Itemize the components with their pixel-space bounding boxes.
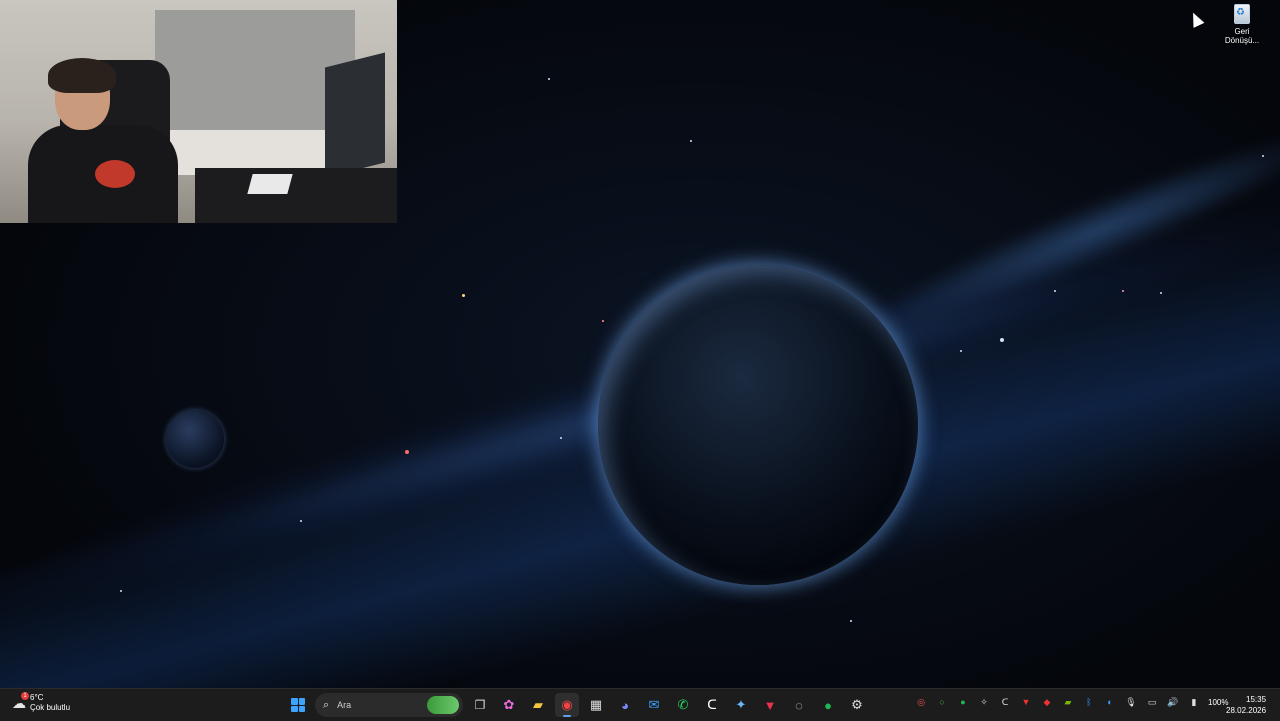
recycle-bin-label-line1: Geri (1234, 27, 1250, 36)
desktop: Geri Dönüşü... (0, 0, 1280, 688)
taskbar-app-discord[interactable]: ◕ (613, 693, 637, 717)
settings-icon: ⚙ (851, 697, 863, 712)
system-tray: ◎ ○ ● ✧ ᑕ ▼ ◆ ▰ ᛒ ◐ 🎙 ▭ 🔊 ▮ 100% (914, 695, 1228, 709)
clock-time: 15:35 (1246, 695, 1267, 704)
tray-app-icon[interactable]: ◐ (1103, 695, 1117, 709)
taskbar-app-store[interactable]: ▦ (584, 693, 608, 717)
search-icon: ⌕ (323, 698, 330, 711)
recycle-bin-icon (1234, 4, 1250, 24)
recycle-bin-shortcut[interactable]: Geri Dönüşü... (1222, 4, 1262, 52)
taskbar-app-capcut[interactable]: ᑕ (700, 693, 724, 717)
star (1000, 338, 1004, 342)
tray-nvidia-icon[interactable]: ▰ (1061, 695, 1075, 709)
taskbar-app-settings[interactable]: ⚙ (845, 693, 869, 717)
star (405, 450, 409, 454)
app-blue-icon: ✦ (735, 697, 747, 712)
discord-icon: ◕ (621, 697, 629, 713)
clock-date: 28.02.2026 (1226, 706, 1267, 715)
taskbar-app-mail[interactable]: ✉ (642, 693, 666, 717)
star (1262, 155, 1264, 157)
network-icon[interactable]: ▭ (1145, 695, 1159, 709)
webcam-keyboard (247, 174, 293, 194)
app-circle-icon: ◌ (795, 697, 803, 713)
mail-icon: ✉ (648, 697, 660, 712)
microphone-icon[interactable]: 🎙 (1124, 695, 1138, 709)
taskbar-center: ⌕ Ara ❐ ✿ ▰ ◉ ▦ ◕ ✉ ✆ ᑕ ✦ ▼ ◌ ● ⚙ (286, 692, 869, 718)
tray-app-icon[interactable]: ✧ (977, 695, 991, 709)
star (548, 78, 550, 80)
search-highlight-icon (427, 696, 459, 714)
tray-app-icon[interactable]: ▼ (1019, 695, 1033, 709)
copilot-icon: ✿ (503, 697, 515, 712)
taskbar-app-spotify[interactable]: ● (816, 693, 840, 717)
webcam-overlay (0, 0, 397, 223)
taskbar-app-chrome[interactable]: ◉ (555, 693, 579, 717)
recycle-bin-label-line2: Dönüşü... (1224, 36, 1260, 45)
chrome-icon: ◉ (561, 697, 573, 712)
battery-icon[interactable]: ▮ (1187, 695, 1201, 709)
start-button[interactable] (286, 693, 310, 717)
tray-app-icon[interactable]: ◎ (914, 695, 928, 709)
webcam-person-hair (48, 58, 116, 93)
star (960, 350, 962, 352)
task-view-button[interactable]: ❐ (468, 693, 492, 717)
taskbar-app-circle[interactable]: ◌ (787, 693, 811, 717)
recycle-bin-label: Geri Dönüşü... (1225, 27, 1259, 45)
planet-small (166, 410, 224, 468)
weather-text: 6°C Çok bulutlu (30, 693, 70, 713)
tray-capcut-icon[interactable]: ᑕ (998, 695, 1012, 709)
taskbar: ☁ 1 6°C Çok bulutlu ⌕ Ara ❐ ✿ ▰ ◉ ▦ ◕ ✉ … (0, 688, 1280, 721)
search-box[interactable]: ⌕ Ara (315, 693, 463, 717)
taskbar-app-blue[interactable]: ✦ (729, 693, 753, 717)
star (602, 320, 604, 322)
store-icon: ▦ (589, 697, 603, 712)
weather-badge: 1 (21, 691, 29, 700)
copilot-button[interactable]: ✿ (497, 693, 521, 717)
tray-app-icon[interactable]: ◆ (1040, 695, 1054, 709)
taskbar-app-whatsapp[interactable]: ✆ (671, 693, 695, 717)
clock[interactable]: 15:35 28.02.2026 (1226, 694, 1266, 716)
tray-spotify-icon[interactable]: ● (956, 695, 970, 709)
star (690, 140, 692, 142)
task-view-icon: ❐ (474, 698, 486, 712)
star (560, 437, 562, 439)
folder-icon: ▰ (533, 697, 543, 712)
weather-condition: Çok bulutlu (30, 703, 71, 712)
taskbar-app-red[interactable]: ▼ (758, 693, 782, 717)
tray-app-icon[interactable]: ○ (935, 695, 949, 709)
star (462, 294, 465, 297)
app-red-icon: ▼ (763, 697, 777, 713)
star (850, 620, 852, 622)
star (1160, 292, 1162, 294)
weather-temperature: 6°C (30, 693, 44, 702)
whatsapp-icon: ✆ (677, 697, 689, 712)
star (120, 590, 122, 592)
volume-icon[interactable]: 🔊 (1166, 695, 1180, 709)
taskbar-app-file-explorer[interactable]: ▰ (526, 693, 550, 717)
webcam-monitor (325, 52, 385, 178)
star (1122, 290, 1124, 292)
webcam-shirt-logo (95, 160, 135, 188)
star (300, 520, 302, 522)
mouse-cursor-icon (1187, 10, 1205, 28)
capcut-icon: ᑕ (707, 697, 717, 712)
planet-main (598, 265, 918, 585)
cloud-icon: ☁ 1 (12, 691, 29, 712)
weather-widget[interactable]: ☁ 1 6°C Çok bulutlu (12, 691, 70, 713)
bluetooth-icon[interactable]: ᛒ (1082, 695, 1096, 709)
spotify-icon: ● (824, 697, 832, 713)
search-placeholder: Ara (337, 700, 352, 710)
windows-icon (291, 698, 305, 712)
webcam-desk (195, 168, 397, 223)
star (1054, 290, 1056, 292)
